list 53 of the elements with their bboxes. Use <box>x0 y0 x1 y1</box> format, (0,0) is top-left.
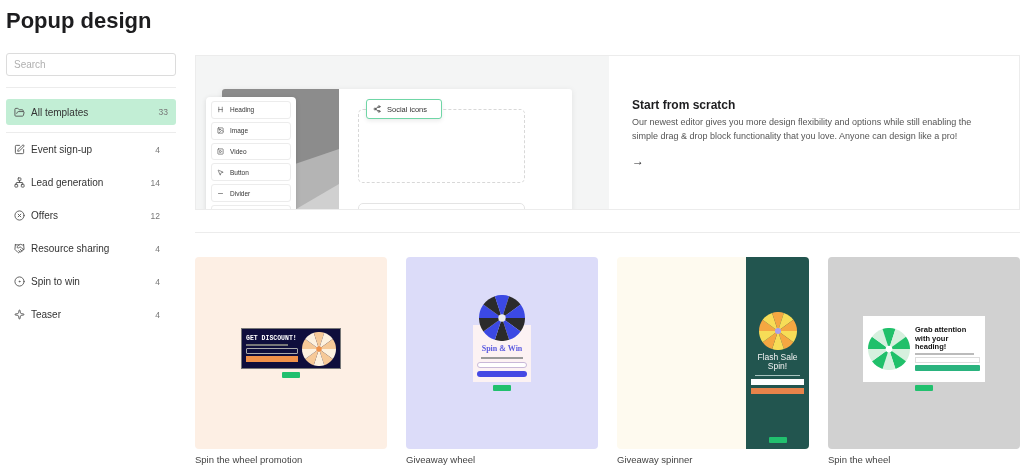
category-item[interactable]: Teaser 4 <box>6 298 176 331</box>
category-icon <box>14 276 25 287</box>
search-field[interactable]: Search <box>6 53 176 76</box>
popup-button <box>915 364 980 371</box>
category-item[interactable]: Spin to win 4 <box>6 265 176 298</box>
template-thumbnail[interactable]: Spin & Win <box>406 257 598 449</box>
brand-badge <box>768 437 787 443</box>
category-item[interactable]: Resource sharing 4 <box>6 232 176 265</box>
text-line <box>246 344 288 346</box>
template-title: Spin the wheel promotion <box>195 454 304 465</box>
popup-button <box>751 388 804 395</box>
share-icon <box>373 105 381 113</box>
text-line <box>480 357 524 359</box>
email-field <box>915 356 980 363</box>
template-title: Giveaway wheel <box>406 454 477 465</box>
category-icon <box>14 309 25 320</box>
popup-heading: Flash Sale Spin! <box>756 352 799 372</box>
wheel-drawing <box>302 331 336 366</box>
category-item[interactable]: All templates 33 <box>6 99 176 125</box>
block-icon <box>217 106 224 114</box>
email-field <box>246 347 298 354</box>
start-from-scratch-card[interactable] <box>195 55 1020 210</box>
arrow-icon[interactable]: → <box>632 154 995 168</box>
popup-button <box>246 355 298 362</box>
template-title: Spin the wheel <box>828 454 892 465</box>
wheel-drawing <box>868 327 910 370</box>
text-line <box>915 353 974 355</box>
category-icon <box>14 243 25 254</box>
wheel-drawing <box>479 295 525 342</box>
block-icon <box>217 148 224 156</box>
template-thumbnail[interactable]: Flash Sale Spin! <box>617 257 809 449</box>
text-line <box>754 374 800 377</box>
category-item[interactable]: Offers 12 <box>6 199 176 232</box>
brand-badge <box>915 384 933 391</box>
block-icon <box>217 127 224 135</box>
category-icon <box>14 144 25 155</box>
template-title: Giveaway spinner <box>617 454 694 465</box>
brand-badge <box>493 384 511 391</box>
block-icon <box>217 168 224 176</box>
brand-badge <box>282 372 300 378</box>
card-description: Our newest editor gives you more design flexibility and options while still enabling the simple drag & drop block functionality that you love. Anyone can design like a pro! <box>632 116 973 143</box>
popup-heading: Spin & Win <box>481 345 523 355</box>
category-item[interactable]: Event sign-up 4 <box>6 133 176 166</box>
email-field <box>751 379 804 386</box>
category-icon <box>14 210 25 221</box>
wheel-drawing <box>758 311 797 350</box>
email-field <box>477 361 527 368</box>
category-icon <box>14 177 25 188</box>
popup-button <box>477 370 527 377</box>
category-item[interactable]: Lead generation 14 <box>6 166 176 199</box>
page-title: Popup design <box>6 7 153 35</box>
card-title: Start from scratch <box>632 98 737 112</box>
folder-icon <box>14 106 25 118</box>
